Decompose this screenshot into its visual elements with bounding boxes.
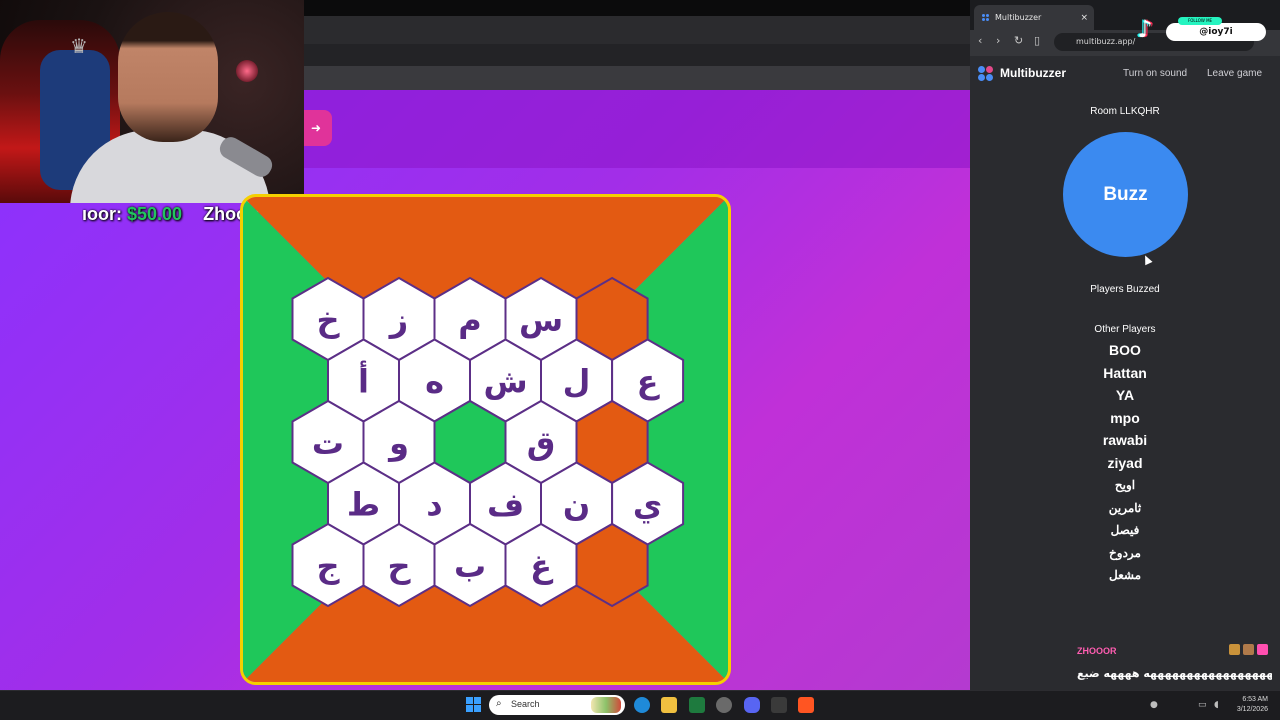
hex-letter-board: خ ز مس أ ه شل ع ت و ق ط د ف ن ي ج ح ب غ [240,194,731,685]
leave-game-button[interactable]: Leave game [1207,68,1262,79]
player-name: mpo [1110,409,1140,426]
hex-letter: ه [425,363,444,401]
back-icon[interactable]: ‹ [978,34,982,47]
hex-letter: ط [347,486,380,524]
multibuzzer-favicon-icon [982,13,990,22]
clock-date[interactable]: 3/12/2026 [1222,706,1268,713]
badge-icon [1229,644,1240,655]
file-explorer-icon[interactable] [661,697,677,713]
hex-letter: ع [637,363,661,401]
search-placeholder: Search [511,699,540,709]
player-name: مشعل [1108,568,1141,582]
heart-badge-icon [1257,644,1268,655]
network-icon[interactable]: ▭ [1198,700,1207,710]
tiktok-overlay: ♪ @ioy7i FOLLOW ME [1130,14,1266,43]
players-buzzed-heading: Players Buzzed [1090,284,1160,295]
windows-start-icon[interactable] [466,697,481,712]
buzz-button[interactable]: Buzz [1063,132,1188,257]
hex-letter: س [519,301,563,339]
player-name: ziyad [1107,454,1143,471]
hex-letter: ز [388,301,408,339]
board-canvas: خ ز م س أ ه ش ل ع ت و ق ط د ف ن ي ج ح ب غ [243,197,728,682]
page-header-band [300,90,970,168]
arrow-right-icon: ➜ [310,121,322,135]
app-header: Multibuzzer Turn on sound Leave game [978,64,1274,84]
hex-letter: أ [358,361,369,401]
hex-letter: ق [527,424,556,462]
app-name: Multibuzzer [1000,66,1066,80]
clock-time[interactable]: 6:53 AM [1222,696,1268,703]
player-name: اويح [1114,478,1136,492]
hex-letter: ح [387,547,411,585]
search-highlight-image [591,697,621,713]
tiktok-logo-icon: ♪ [1137,15,1153,43]
hex-letter: ف [487,486,524,524]
edge-icon[interactable] [634,697,650,713]
chat-username: ZHOOOR [1077,646,1117,656]
tiktok-handle: @ioy7i [1166,23,1266,41]
chat-overlay: ZHOOOR هههههههههههههههههههههههههههه هههه… [1074,642,1274,690]
close-tab-icon[interactable]: × [1080,13,1088,23]
streamer-head [118,12,218,142]
follow-me-badge: FOLLOW ME [1178,17,1222,25]
obs-icon[interactable] [716,697,732,713]
webcam-overlay: ♛ [0,0,304,203]
terminal-icon[interactable] [771,697,787,713]
hex-letter: ب [454,547,486,585]
multibuzzer-logo-icon [978,66,994,82]
hex-letter: ي [633,486,662,524]
volume-icon[interactable]: ◖ [1214,700,1219,710]
player-name: rawabi [1102,432,1148,448]
hex-letter: و [387,424,409,462]
hex-letter: م [458,301,481,339]
url-text: multibuzz.app/ [1076,37,1136,46]
bookmark-icon[interactable]: ▯ [1034,34,1040,47]
badge-icon [1243,644,1254,655]
room-code: Room LLKQHR [1090,106,1160,117]
player-name: مردوخ [1109,545,1141,560]
hex-letter: ل [563,363,591,401]
player-name: BOO [1109,342,1141,358]
tab-strip [300,16,970,44]
excel-icon[interactable] [689,697,705,713]
turn-on-sound-button[interactable]: Turn on sound [1123,68,1187,79]
search-icon: ⌕ [496,698,502,709]
player-name: ثامرين [1108,500,1142,515]
hex-letter: د [426,486,442,524]
hex-letter: ج [316,547,340,585]
chat-badges [1229,644,1268,655]
other-players-heading: Other Players [1094,324,1156,335]
hex-letter: خ [316,301,340,339]
ticker-amount: $50.00 [127,204,183,224]
ticker-name: ıoor: [82,204,122,224]
address-bar [300,44,970,66]
mic-tray-icon[interactable]: ● [1150,700,1158,710]
hex-letter: غ [530,547,554,585]
tab-multibuzzer[interactable]: Multibuzzer × [974,5,1094,30]
player-name: Hattan [1103,364,1147,381]
chat-message: هههههههههههههههههههههههههههه ههههه ضيع [1077,667,1272,680]
lamp-light [236,60,258,82]
player-name: YA [1115,387,1135,403]
other-players-list: BOO Hattan YA mpo rawabi ziyad اويح ثامرين فيصل م… [970,339,1280,587]
brave-icon[interactable] [798,697,814,713]
tab-title: Multibuzzer [995,13,1042,22]
player-name: فيصل [1110,523,1140,537]
hex-letter: ن [563,486,590,524]
forward-icon[interactable]: › [996,34,1000,47]
crown-icon: ♛ [70,34,88,58]
hex-letter: ت [312,424,344,462]
discord-icon[interactable] [744,697,760,713]
arrow-right-button[interactable]: ➜ [300,110,332,146]
bookmarks-bar [300,66,970,90]
hex-letter: ش [483,363,527,401]
reload-icon[interactable]: ↻ [1014,34,1023,47]
taskbar-search[interactable]: ⌕ Search [489,695,625,715]
